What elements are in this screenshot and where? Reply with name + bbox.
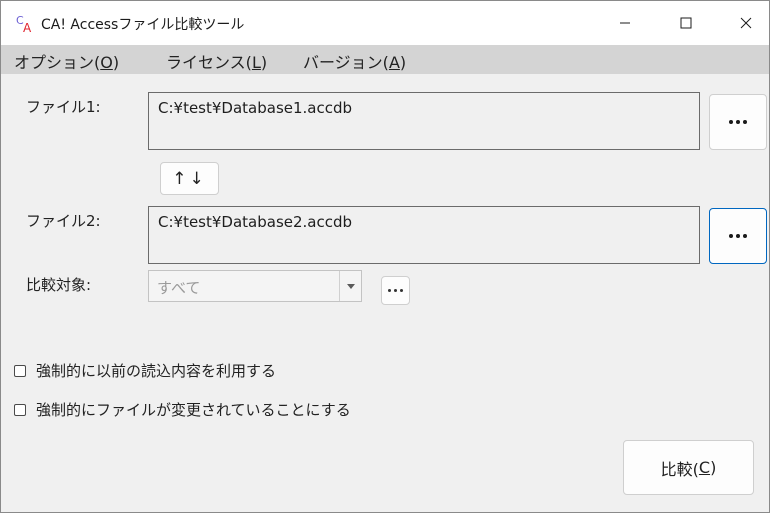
menu-item-version[interactable]: バージョン(A) [303,49,406,73]
menu-options-label: オプション( [14,53,101,72]
compare-target-value: すべて [157,279,201,297]
menu-license-close: ) [260,53,268,72]
ellipsis-icon [388,289,403,292]
minimize-button[interactable] [602,1,648,45]
file1-browse-button[interactable] [709,94,767,150]
menu-version-label: バージョン( [303,53,389,72]
file1-label: ファイル1: [26,98,101,116]
menu-item-options[interactable]: オプション(O) [14,49,119,73]
menu-version-close: ) [399,53,407,72]
menu-version-accesskey: A [388,53,400,72]
file2-label: ファイル2: [26,212,101,230]
reuse-previous-load-option[interactable]: 強制的に以前の読込内容を利用する [14,360,276,381]
close-button[interactable] [723,1,769,45]
file1-path-value: C:¥test¥Database1.accdb [158,99,353,117]
menu-options-close: ) [112,53,120,72]
ellipsis-icon [729,120,747,124]
file2-path-field[interactable]: C:¥test¥Database2.accdb [148,206,700,264]
compare-target-label: 比較対象: [26,276,92,294]
window-title: CA! Accessファイル比較ツール [41,17,245,33]
compare-button-label: 比較( [660,459,699,479]
app-logo-icon: C A [16,14,32,33]
compare-button[interactable]: 比較(C) [623,440,754,495]
title-bar[interactable]: C A CA! Accessファイル比較ツール [1,1,769,45]
dropdown-arrow[interactable] [339,271,361,301]
menu-item-license[interactable]: ライセンス(L) [166,49,267,73]
menu-options-accesskey: O [100,53,113,72]
compare-target-select[interactable]: すべて [148,270,362,302]
maximize-button[interactable] [663,1,709,45]
force-file-changed-label: 強制的にファイルが変更されていることにする [36,401,351,419]
reuse-previous-load-checkbox[interactable] [14,364,26,377]
compare-target-options-button[interactable] [381,276,410,305]
minimize-icon [620,22,630,24]
file1-path-field[interactable]: C:¥test¥Database1.accdb [148,92,700,150]
ellipsis-icon [729,234,747,238]
menu-license-label: ライセンス( [166,53,252,72]
file2-browse-button[interactable] [709,208,767,264]
close-icon [740,17,752,29]
menu-license-accesskey: L [251,53,261,72]
svg-text:A: A [23,21,32,33]
chevron-down-icon [346,283,355,289]
swap-files-button[interactable]: ↑↓ [160,162,219,195]
menu-bar: オプション(O) ライセンス(L) バージョン(A) [1,45,769,74]
swap-arrows-icon: ↑↓ [172,168,207,189]
force-file-changed-option[interactable]: 強制的にファイルが変更されていることにする [14,399,351,420]
file2-path-value: C:¥test¥Database2.accdb [158,213,353,231]
reuse-previous-load-label: 強制的に以前の読込内容を利用する [36,362,277,380]
compare-button-close: ) [710,458,717,477]
app-window: C A CA! Accessファイル比較ツール オプション(O) ライセンス(L… [0,0,770,513]
maximize-icon [680,17,692,29]
compare-button-accesskey: C [698,458,711,477]
force-file-changed-checkbox[interactable] [14,403,26,416]
